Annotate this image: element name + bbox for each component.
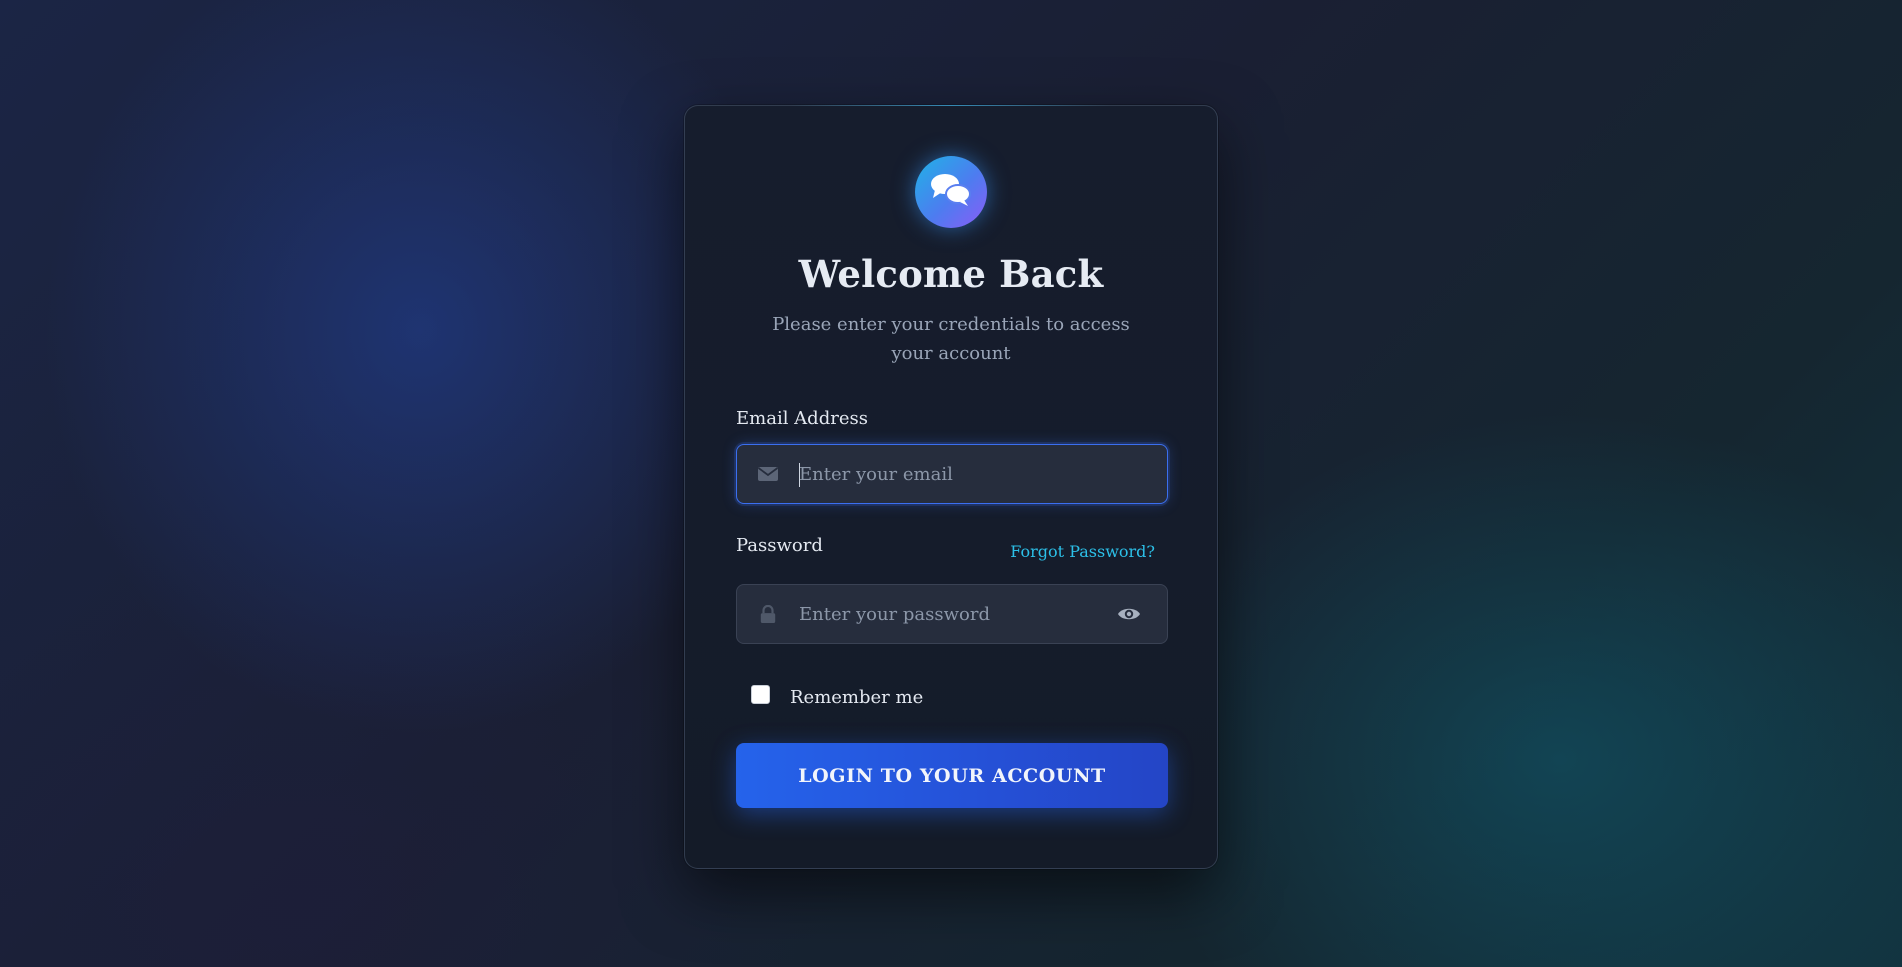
remember-me-checkbox[interactable] xyxy=(751,685,770,704)
remember-me-label[interactable]: Remember me xyxy=(790,687,923,708)
email-label: Email Address xyxy=(736,408,868,429)
text-caret xyxy=(799,463,800,487)
password-field[interactable] xyxy=(736,584,1168,644)
chat-bubbles-icon xyxy=(915,156,987,228)
email-field[interactable] xyxy=(736,444,1168,504)
login-card: Welcome Back Please enter your credentia… xyxy=(684,105,1218,869)
eye-icon[interactable] xyxy=(1117,605,1141,623)
page-subtitle: Please enter your credentials to access … xyxy=(772,314,1130,364)
envelope-icon xyxy=(757,467,779,481)
remember-me-row[interactable]: Remember me xyxy=(751,684,923,708)
lock-icon xyxy=(760,605,776,623)
page-title: Welcome Back xyxy=(798,252,1104,296)
login-button[interactable]: LOGIN TO YOUR ACCOUNT xyxy=(736,743,1168,808)
forgot-password-link[interactable]: Forgot Password? xyxy=(1010,542,1155,561)
chat-bubbles-icon-glyph xyxy=(931,174,971,206)
email-input[interactable] xyxy=(799,445,1099,503)
password-label: Password xyxy=(736,535,823,556)
password-input[interactable] xyxy=(799,585,1099,643)
